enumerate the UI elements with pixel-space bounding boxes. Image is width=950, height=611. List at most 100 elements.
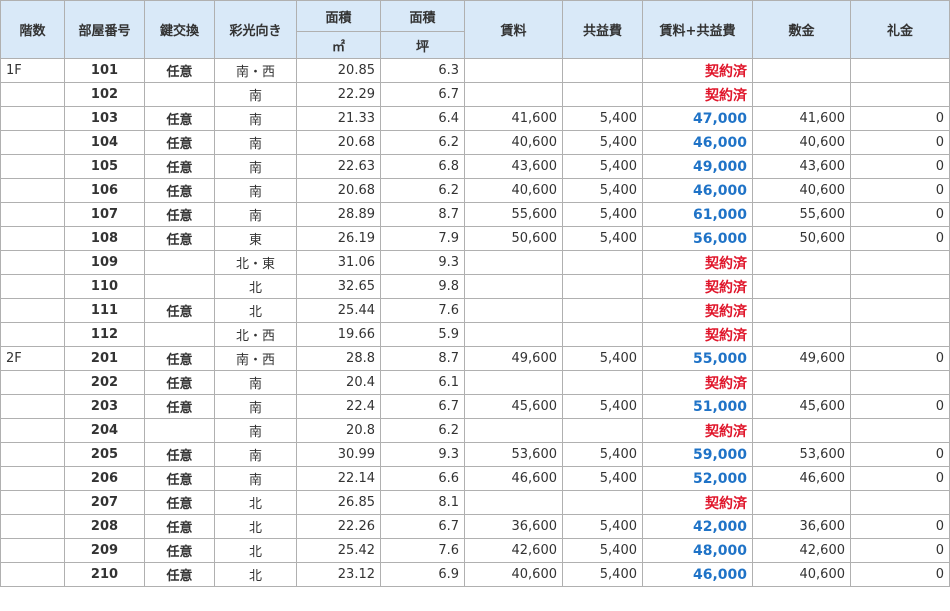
cell-rent: 36,600 xyxy=(464,514,563,539)
cell-area-m2: 20.85 xyxy=(296,58,381,83)
contracted-badge: 契約済 xyxy=(642,58,753,83)
cell-deposit: 41,600 xyxy=(752,106,851,131)
cell-total: 52,000 xyxy=(642,466,753,491)
cell-room-number: 103 xyxy=(64,106,145,131)
cell-floor xyxy=(0,130,65,155)
cell-common-fee: 5,400 xyxy=(562,346,643,371)
cell-rent xyxy=(464,58,563,83)
cell-area-tsubo: 6.1 xyxy=(380,370,465,395)
cell-deposit: 42,600 xyxy=(752,538,851,563)
cell-key-money: 0 xyxy=(850,106,950,131)
cell-common-fee: 5,400 xyxy=(562,226,643,251)
cell-deposit: 43,600 xyxy=(752,154,851,179)
cell-floor xyxy=(0,202,65,227)
cell-floor: 1F xyxy=(0,58,65,83)
table-row: 2F 201 任意 南・西 28.8 8.7 49,600 5,400 55,000 49,600… xyxy=(0,346,950,371)
cell-floor xyxy=(0,298,65,323)
cell-area-tsubo: 6.3 xyxy=(380,58,465,83)
cell-room-number: 208 xyxy=(64,514,145,539)
cell-deposit: 55,600 xyxy=(752,202,851,227)
cell-area-tsubo: 6.8 xyxy=(380,154,465,179)
cell-area-m2: 22.14 xyxy=(296,466,381,491)
header-deposit: 敷金 xyxy=(752,0,851,59)
cell-room-number: 209 xyxy=(64,538,145,563)
cell-total: 59,000 xyxy=(642,442,753,467)
cell-deposit: 40,600 xyxy=(752,130,851,155)
cell-common-fee: 5,400 xyxy=(562,130,643,155)
cell-common-fee: 5,400 xyxy=(562,178,643,203)
cell-key-money xyxy=(850,490,950,515)
cell-common-fee: 5,400 xyxy=(562,442,643,467)
cell-rent xyxy=(464,274,563,299)
cell-area-tsubo: 7.9 xyxy=(380,226,465,251)
cell-area-m2: 21.33 xyxy=(296,106,381,131)
cell-key-exchange: 任意 xyxy=(144,130,215,155)
cell-key-exchange: 任意 xyxy=(144,562,215,587)
cell-direction: 南 xyxy=(214,418,297,443)
cell-direction: 南 xyxy=(214,442,297,467)
cell-total: 56,000 xyxy=(642,226,753,251)
cell-common-fee: 5,400 xyxy=(562,106,643,131)
cell-key-exchange: 任意 xyxy=(144,178,215,203)
cell-floor xyxy=(0,538,65,563)
table-row: 102 南 22.29 6.7 契約済 xyxy=(0,82,950,107)
table-row: 104 任意南 20.68 6.2 40,600 5,400 46,000 40,600 0 xyxy=(0,130,950,155)
cell-area-tsubo: 5.9 xyxy=(380,322,465,347)
cell-deposit xyxy=(752,250,851,275)
cell-room-number: 112 xyxy=(64,322,145,347)
cell-floor xyxy=(0,322,65,347)
cell-direction: 南 xyxy=(214,466,297,491)
cell-rent: 41,600 xyxy=(464,106,563,131)
cell-direction: 南 xyxy=(214,130,297,155)
cell-key-money: 0 xyxy=(850,202,950,227)
cell-rent: 42,600 xyxy=(464,538,563,563)
cell-key-exchange xyxy=(144,250,215,275)
cell-room-number: 203 xyxy=(64,394,145,419)
room-availability-table: 階数 部屋番号 鍵交換 彩光向き 面積 面積 賃料 共益費 賃料+共益費 敷金 … xyxy=(0,0,950,587)
cell-area-tsubo: 6.7 xyxy=(380,514,465,539)
header-unit-tsubo: 坪 xyxy=(380,31,465,59)
table-row: 207 任意北 26.85 8.1 契約済 xyxy=(0,490,950,515)
cell-area-m2: 20.68 xyxy=(296,130,381,155)
cell-key-exchange: 任意 xyxy=(144,202,215,227)
contracted-badge: 契約済 xyxy=(642,322,753,347)
header-unit-m2: ㎡ xyxy=(296,31,381,59)
cell-common-fee xyxy=(562,250,643,275)
cell-floor: 2F xyxy=(0,346,65,371)
cell-room-number: 202 xyxy=(64,370,145,395)
cell-area-m2: 22.26 xyxy=(296,514,381,539)
contracted-badge: 契約済 xyxy=(642,274,753,299)
cell-floor xyxy=(0,274,65,299)
cell-area-m2: 26.85 xyxy=(296,490,381,515)
cell-floor xyxy=(0,394,65,419)
cell-area-m2: 30.99 xyxy=(296,442,381,467)
cell-direction: 北 xyxy=(214,562,297,587)
cell-direction: 南 xyxy=(214,106,297,131)
cell-area-m2: 25.44 xyxy=(296,298,381,323)
cell-floor xyxy=(0,154,65,179)
cell-deposit: 50,600 xyxy=(752,226,851,251)
cell-direction: 北 xyxy=(214,274,297,299)
header-total: 賃料+共益費 xyxy=(642,0,753,59)
cell-total: 46,000 xyxy=(642,130,753,155)
cell-key-exchange: 任意 xyxy=(144,106,215,131)
cell-direction: 北 xyxy=(214,514,297,539)
cell-deposit: 45,600 xyxy=(752,394,851,419)
cell-common-fee xyxy=(562,298,643,323)
cell-room-number: 108 xyxy=(64,226,145,251)
table-body: 1F 101 任意 南・西 20.85 6.3 契約済 102 南 22.29 6.7 契約済 103 任… xyxy=(0,58,950,587)
cell-room-number: 110 xyxy=(64,274,145,299)
cell-key-money xyxy=(850,82,950,107)
cell-deposit xyxy=(752,298,851,323)
cell-room-number: 205 xyxy=(64,442,145,467)
cell-key-money xyxy=(850,298,950,323)
cell-floor xyxy=(0,490,65,515)
cell-floor xyxy=(0,370,65,395)
cell-common-fee xyxy=(562,418,643,443)
cell-common-fee: 5,400 xyxy=(562,154,643,179)
cell-area-tsubo: 6.9 xyxy=(380,562,465,587)
cell-common-fee: 5,400 xyxy=(562,202,643,227)
table-row: 202 任意南 20.4 6.1 契約済 xyxy=(0,370,950,395)
cell-rent: 43,600 xyxy=(464,154,563,179)
cell-direction: 北 xyxy=(214,298,297,323)
